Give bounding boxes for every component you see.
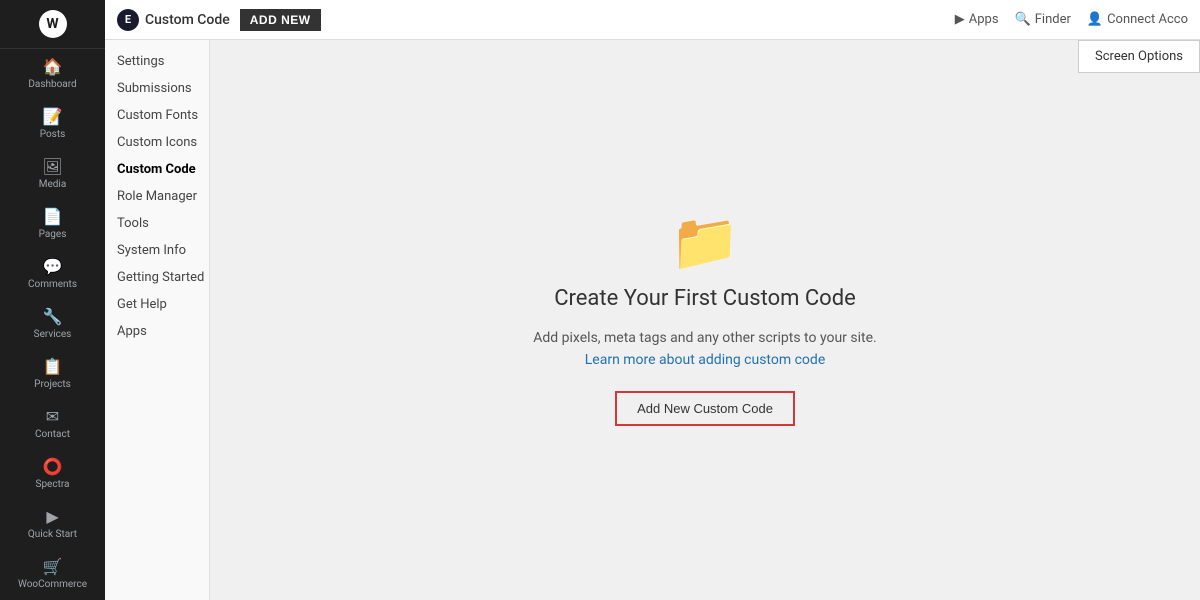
- sidebar-item-woocommerce[interactable]: 🛒 WooCommerce: [0, 549, 105, 599]
- sub-item-role-manager[interactable]: Role Manager: [105, 183, 209, 210]
- connect-account-link[interactable]: 👤 Connect Acco: [1087, 12, 1188, 27]
- empty-state: 📁 Create Your First Custom Code Add pixe…: [533, 214, 876, 427]
- dashboard-icon: 🏠: [43, 57, 63, 76]
- sidebar-item-spectra[interactable]: ⭕ Spectra: [0, 449, 105, 499]
- apps-link[interactable]: ▶ Apps: [955, 12, 999, 27]
- sub-item-settings[interactable]: Settings: [105, 48, 209, 75]
- services-icon: 🔧: [43, 307, 63, 326]
- sub-item-tools[interactable]: Tools: [105, 210, 209, 237]
- elementor-logo-icon: E: [117, 9, 139, 31]
- media-icon: 🖼: [42, 157, 62, 176]
- topbar-logo: E Custom Code: [117, 9, 230, 31]
- learn-more-link[interactable]: Learn more about adding custom code: [585, 352, 826, 368]
- empty-state-title: Create Your First Custom Code: [554, 286, 856, 311]
- add-new-button[interactable]: ADD NEW: [240, 9, 321, 31]
- sidebar-item-label-contact: Contact: [35, 429, 70, 441]
- sidebar-logo: W: [0, 0, 105, 49]
- sidebar-item-services[interactable]: 🔧 Services: [0, 299, 105, 349]
- screen-options-dropdown[interactable]: Screen Options: [1078, 40, 1200, 73]
- wp-logo: W: [39, 10, 67, 38]
- posts-icon: 📝: [43, 107, 63, 126]
- sidebar-item-label-quick-start: Quick Start: [28, 529, 77, 541]
- sidebar-item-posts[interactable]: 📝 Posts: [0, 99, 105, 149]
- projects-icon: 📋: [43, 357, 63, 376]
- sidebar-item-label-comments: Comments: [28, 279, 77, 291]
- sub-item-get-help[interactable]: Get Help: [105, 291, 209, 318]
- sidebar-item-label-services: Services: [34, 329, 72, 341]
- sidebar-item-quick-start[interactable]: ▶ Quick Start: [0, 499, 105, 549]
- comments-icon: 💬: [43, 257, 63, 276]
- main-area: E Custom Code ADD NEW ▶ Apps 🔍 Finder 👤 …: [105, 0, 1200, 600]
- sidebar-item-label-posts: Posts: [40, 129, 66, 141]
- sub-item-custom-code[interactable]: Custom Code: [105, 156, 209, 183]
- sub-item-custom-icons[interactable]: Custom Icons: [105, 129, 209, 156]
- add-custom-code-button[interactable]: Add New Custom Code: [615, 391, 795, 426]
- sub-sidebar: SettingsSubmissionsCustom FontsCustom Ic…: [105, 40, 210, 600]
- sidebar-item-label-woocommerce: WooCommerce: [18, 579, 87, 591]
- sub-item-system-info[interactable]: System Info: [105, 237, 209, 264]
- sub-item-apps[interactable]: Apps: [105, 318, 209, 345]
- sub-item-custom-fonts[interactable]: Custom Fonts: [105, 102, 209, 129]
- empty-state-description: Add pixels, meta tags and any other scri…: [533, 327, 876, 372]
- page-content: 📁 Create Your First Custom Code Add pixe…: [210, 40, 1200, 600]
- finder-icon: 🔍: [1015, 12, 1031, 27]
- connect-icon: 👤: [1087, 12, 1103, 27]
- sidebar: W 🏠 Dashboard 📝 Posts 🖼 Media 📄 Pages 💬 Comments 🔧…: [0, 0, 105, 600]
- topbar: E Custom Code ADD NEW ▶ Apps 🔍 Finder 👤 …: [105, 0, 1200, 40]
- topbar-right: ▶ Apps 🔍 Finder 👤 Connect Acco: [955, 12, 1188, 27]
- finder-link[interactable]: 🔍 Finder: [1015, 12, 1071, 27]
- contact-icon: ✉: [46, 407, 59, 426]
- content-area: SettingsSubmissionsCustom FontsCustom Ic…: [105, 40, 1200, 600]
- sidebar-item-label-dashboard: Dashboard: [28, 79, 76, 91]
- sidebar-item-contact[interactable]: ✉ Contact: [0, 399, 105, 449]
- quick-start-icon: ▶: [46, 507, 58, 526]
- pages-icon: 📄: [43, 207, 63, 226]
- sidebar-item-comments[interactable]: 💬 Comments: [0, 249, 105, 299]
- sidebar-item-dashboard[interactable]: 🏠 Dashboard: [0, 49, 105, 99]
- sidebar-item-projects[interactable]: 📋 Projects: [0, 349, 105, 399]
- woocommerce-icon: 🛒: [43, 557, 63, 576]
- spectra-icon: ⭕: [43, 457, 63, 476]
- page-title: Custom Code: [145, 12, 230, 28]
- sidebar-item-media[interactable]: 🖼 Media: [0, 149, 105, 199]
- folder-icon: 📁: [670, 214, 740, 270]
- sidebar-item-label-spectra: Spectra: [36, 479, 70, 491]
- sub-item-submissions[interactable]: Submissions: [105, 75, 209, 102]
- sidebar-item-label-pages: Pages: [39, 229, 67, 241]
- apps-icon: ▶: [955, 12, 965, 27]
- sidebar-item-label-media: Media: [39, 179, 67, 191]
- sub-item-getting-started[interactable]: Getting Started: [105, 264, 209, 291]
- sidebar-item-pages[interactable]: 📄 Pages: [0, 199, 105, 249]
- sidebar-item-label-projects: Projects: [34, 379, 71, 391]
